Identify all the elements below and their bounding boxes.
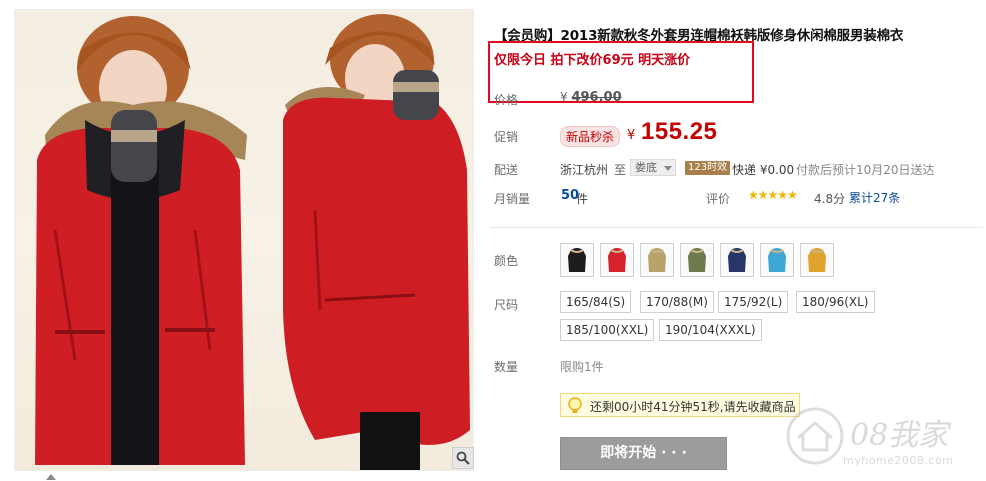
color-swatch-black[interactable] xyxy=(560,243,594,277)
house-logo-icon xyxy=(786,407,844,465)
zoom-magnifier-icon[interactable] xyxy=(452,447,474,469)
size-option[interactable]: 185/100(XXL) xyxy=(560,319,655,341)
section-divider xyxy=(490,227,983,228)
color-swatch-navy[interactable] xyxy=(720,243,754,277)
original-price-value: 496.00 xyxy=(571,90,622,105)
color-swatch-khaki[interactable] xyxy=(640,243,674,277)
thumb-up-arrow-icon[interactable] xyxy=(46,474,56,480)
promotion-label: 促销 xyxy=(494,130,519,144)
promo-currency-symbol: ¥ xyxy=(627,128,636,143)
color-label: 颜色 xyxy=(494,254,519,268)
rating-label: 评价 xyxy=(706,192,731,206)
quantity-label: 数量 xyxy=(494,360,519,374)
countdown-notice: 还剩00小时41分钟51秒,请先收藏商品 xyxy=(560,393,800,417)
size-option[interactable]: 165/84(S) xyxy=(560,291,632,313)
size-option[interactable]: 170/88(M) xyxy=(640,291,714,313)
promo-note: 仅限今日 拍下改价69元 明天涨价 xyxy=(494,53,691,68)
original-price: ¥ 496.00 xyxy=(560,90,622,105)
shipping-label: 配送 xyxy=(494,163,519,177)
review-count-link[interactable]: 累计27条 xyxy=(849,189,900,206)
monthly-sales-label: 月销量 xyxy=(494,192,531,206)
size-option[interactable]: 180/96(XL) xyxy=(796,291,875,313)
purchase-limit: 限购1件 xyxy=(560,360,604,374)
color-swatch-sky-blue[interactable] xyxy=(760,243,794,277)
shipping-origin: 浙江杭州 xyxy=(560,163,609,177)
chevron-down-icon xyxy=(664,166,672,171)
countdown-text: 还剩00小时41分钟51秒,请先收藏商品 xyxy=(590,400,796,414)
model-photo xyxy=(35,14,470,470)
size-option[interactable]: 175/92(L) xyxy=(718,291,789,313)
delivery-speed-badge: 123时效 xyxy=(685,161,731,175)
watermark-text: 08我家 xyxy=(850,418,949,453)
shipping-fee: 快递 ¥0.00 xyxy=(732,163,795,177)
rating-score: 4.8分 xyxy=(814,192,846,206)
color-swatch-red[interactable] xyxy=(600,243,634,277)
rating-stars-icon: ★★★★★ xyxy=(748,188,798,202)
destination-value: 娄底 xyxy=(635,161,657,174)
size-option[interactable]: 190/104(XXXL) xyxy=(659,319,762,341)
promo-price: 155.25 xyxy=(641,118,718,145)
site-watermark: 08我家 myhome2008.com xyxy=(780,400,980,472)
lightbulb-icon xyxy=(567,397,583,418)
coming-soon-button[interactable]: 即将开始 · · · xyxy=(560,437,727,470)
product-main-image[interactable] xyxy=(14,9,474,471)
flash-sale-badge: 新品秒杀 xyxy=(560,126,621,147)
color-swatch-army-green[interactable] xyxy=(680,243,714,277)
shipping-eta: 付款后预计10月20日送达 xyxy=(796,163,935,177)
price-label: 价格 xyxy=(494,93,519,107)
watermark-url: myhome2008.com xyxy=(843,454,954,467)
color-swatch-yellow[interactable] xyxy=(800,243,834,277)
destination-select[interactable]: 娄底 xyxy=(630,159,676,176)
shipping-to: 至 xyxy=(614,163,627,177)
size-label: 尺码 xyxy=(494,298,519,312)
currency-symbol: ¥ xyxy=(560,90,568,104)
monthly-sales-unit: 件 xyxy=(576,192,589,206)
